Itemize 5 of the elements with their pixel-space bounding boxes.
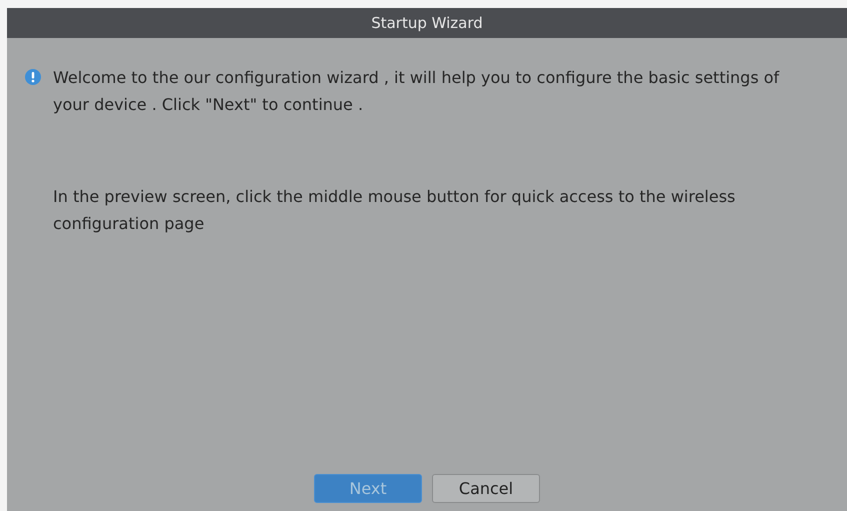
cancel-button[interactable]: Cancel	[432, 474, 540, 503]
window-title: Startup Wizard	[7, 8, 847, 38]
info-icon	[25, 69, 41, 85]
hint-text: In the preview screen, click the middle mouse button for quick access to the wireless configuration page	[52, 186, 736, 235]
info-message: Welcome to the our configuration wizard , it will help you to configure the basic settings of your device . Click "Next" to continue .	[53, 67, 780, 116]
